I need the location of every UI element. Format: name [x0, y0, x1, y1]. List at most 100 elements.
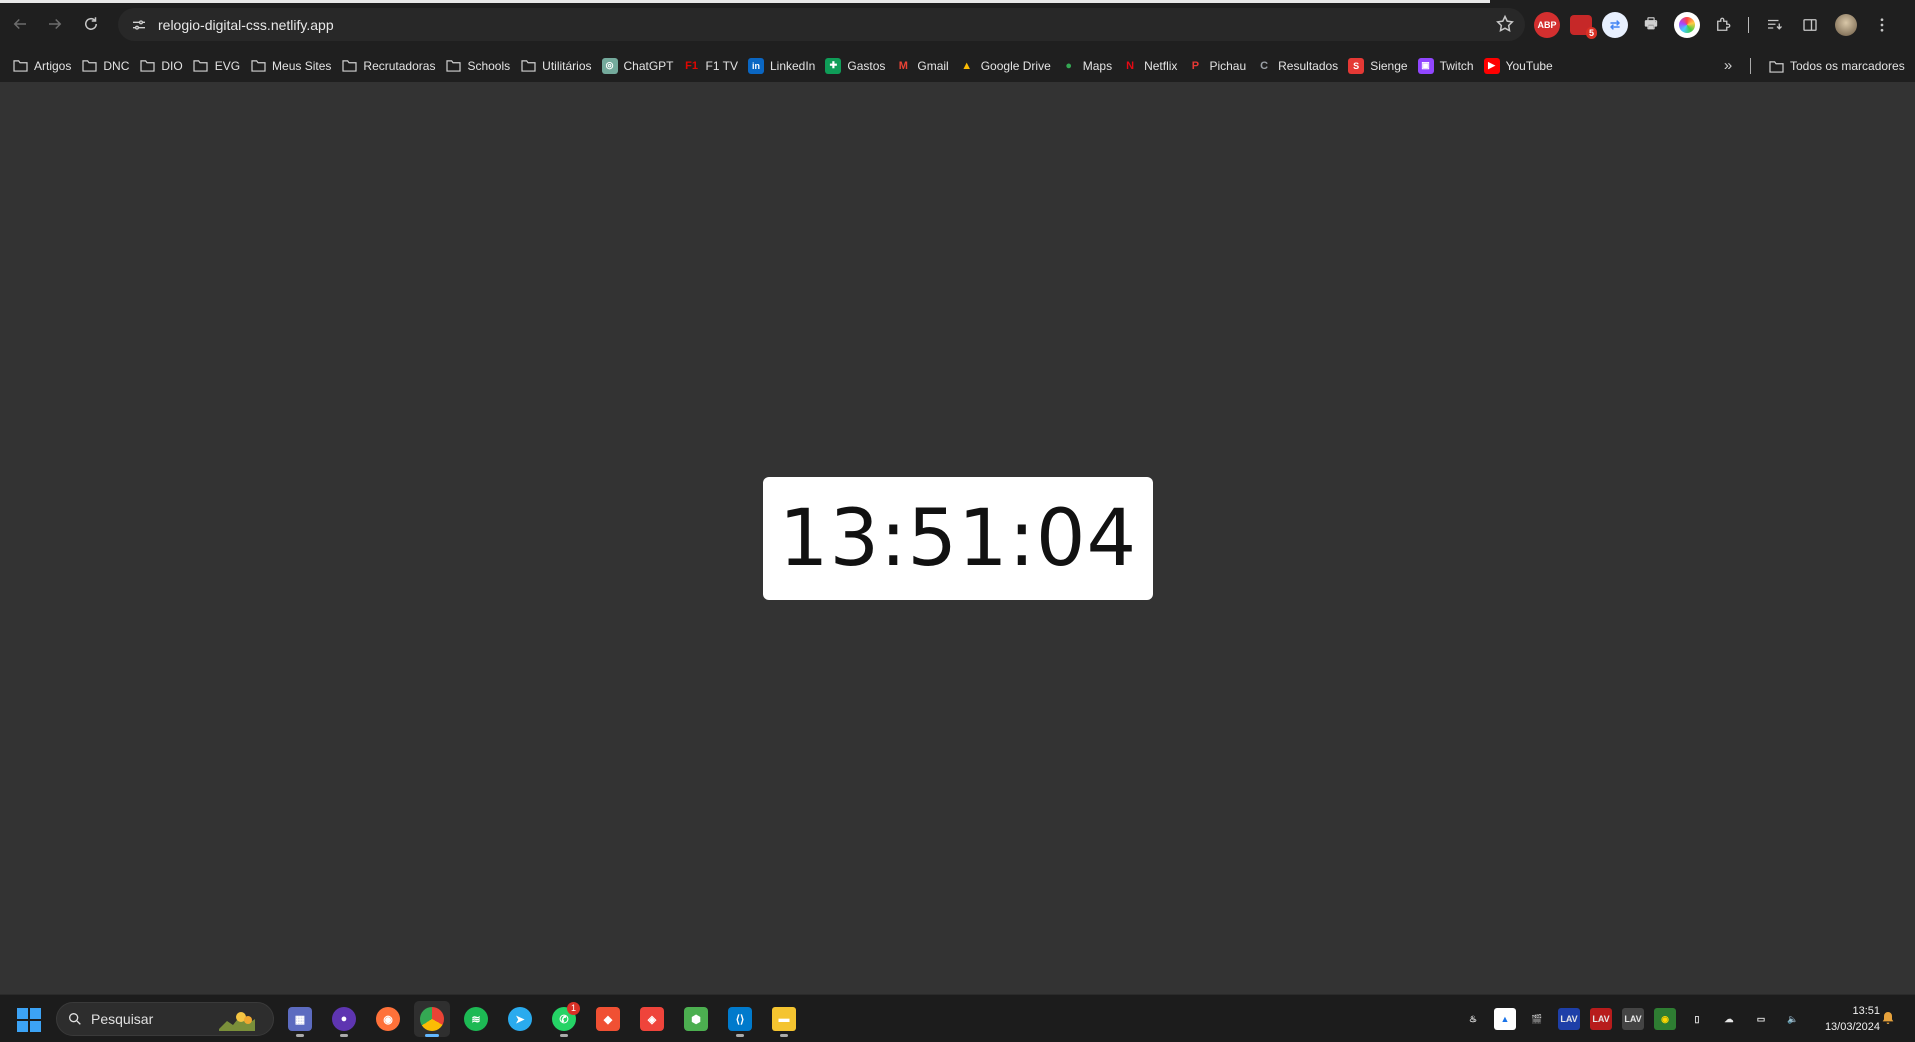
menu-kebab-icon[interactable] [1869, 12, 1895, 38]
bookmark-utilit-rios[interactable]: Utilitários [518, 53, 599, 79]
arrow-right-icon [49, 18, 62, 30]
chatgpt-icon: ◎ [601, 57, 618, 74]
bookmark-dio[interactable]: DIO [137, 53, 190, 79]
taskbar-app-git[interactable]: ◆ [590, 1001, 626, 1037]
bookmark-meus-sites[interactable]: Meus Sites [248, 53, 339, 79]
bookmark-label: DIO [161, 58, 183, 73]
color-picker-icon[interactable] [1674, 11, 1700, 38]
sienge-icon: S [1348, 57, 1365, 74]
taskbar-app-firefox[interactable]: ◉ [370, 1001, 406, 1037]
maps-icon: ● [1065, 59, 1073, 72]
reload-icon [85, 17, 97, 30]
taskbar-app-nodejs[interactable]: ⬢ [678, 1001, 714, 1037]
back-button[interactable] [2, 6, 38, 42]
bookmark-twitch[interactable]: ▣ Twitch [1416, 53, 1482, 79]
site-info-icon[interactable] [128, 14, 150, 36]
bookmark-maps[interactable]: ● Maps [1059, 53, 1120, 79]
bookmark-label: Meus Sites [272, 58, 332, 73]
bookmark-gastos[interactable]: ✚ Gastos [823, 53, 893, 79]
folder-icon [520, 58, 536, 74]
folder-icon [81, 58, 97, 74]
bookmark-resultados[interactable]: C Resultados [1254, 53, 1346, 79]
page-content: 13:51:04 [0, 82, 1915, 994]
bookmark-pichau[interactable]: P Pichau [1185, 53, 1254, 79]
lav-red-icon[interactable]: LAV [1590, 1008, 1612, 1030]
bookmark-chatgpt[interactable]: ◎ ChatGPT [600, 53, 682, 79]
print-icon[interactable]: 🖶 [1638, 12, 1664, 38]
translate-icon[interactable]: ⇄ [1602, 11, 1628, 38]
bookmark-star-icon[interactable] [1495, 14, 1515, 34]
onedrive-icon[interactable]: ☁ [1718, 1008, 1740, 1030]
profile-avatar[interactable] [1833, 12, 1859, 38]
vscode-icon: ⟨⟩ [728, 1007, 752, 1031]
notification-bell-icon[interactable] [1880, 1010, 1898, 1028]
bookmark-gmail[interactable]: M Gmail [893, 53, 956, 79]
puzzle-icon[interactable] [1710, 12, 1736, 38]
reading-list-icon[interactable] [1761, 12, 1787, 38]
taskbar: Pesquisar ▦ ● ◉ ≋ ➤ ✆ 1 ◆ ◈ ⬢ ⟨⟩ ▬ ♨ ▲ 🎬 LAV LAV LA… [0, 994, 1915, 1042]
tray-date: 13/03/2024 [1824, 1021, 1880, 1033]
taskbar-apps: ▦ ● ◉ ≋ ➤ ✆ 1 ◆ ◈ ⬢ ⟨⟩ ▬ [282, 1001, 802, 1037]
bookmark-sienge[interactable]: S Sienge [1346, 53, 1415, 79]
reload-button[interactable] [73, 6, 109, 42]
bookmark-label: Recrutadoras [363, 58, 436, 73]
usb-icon[interactable]: ▯ [1686, 1008, 1708, 1030]
lav-gray-icon[interactable]: LAV [1622, 1008, 1644, 1030]
search-highlight-icon [219, 1012, 255, 1031]
anydesk-icon: ◈ [640, 1007, 664, 1031]
taskbar-app-calculator[interactable]: ▦ [282, 1001, 318, 1037]
running-indicator [736, 1034, 744, 1037]
bookmark-label: Pichau [1209, 58, 1247, 73]
taskbar-app-telegram[interactable]: ➤ [502, 1001, 538, 1037]
taskbar-app-vscode[interactable]: ⟨⟩ [722, 1001, 758, 1037]
bookmark-label: Utilitários [542, 58, 592, 73]
chrome-icon [420, 1007, 444, 1031]
mail-checker-icon[interactable]: 5 [1570, 14, 1597, 39]
taskbar-app-anydesk[interactable]: ◈ [634, 1001, 670, 1037]
bookmark-linkedin[interactable]: in LinkedIn [746, 53, 823, 79]
side-panel-icon[interactable] [1797, 12, 1823, 38]
search-icon [69, 1013, 81, 1025]
shield-tray-icon[interactable]: ◉ [1654, 1008, 1676, 1030]
taskbar-search[interactable]: Pesquisar [56, 1002, 274, 1036]
bookmark-f1-tv[interactable]: F1 F1 TV [682, 53, 746, 79]
bookmark-artigos[interactable]: Artigos [10, 53, 79, 79]
bookmarks-divider [1750, 58, 1751, 74]
bookmarks-overflow-icon[interactable]: » [1716, 53, 1740, 77]
bookmark-dnc[interactable]: DNC [79, 53, 137, 79]
google-drive-tray-icon[interactable]: ▲ [1494, 1008, 1516, 1030]
pichau-icon: P [1191, 59, 1200, 72]
forward-button[interactable] [37, 6, 73, 42]
bookmark-evg[interactable]: EVG [191, 53, 248, 79]
digital-clock: 13:51:04 [763, 477, 1153, 600]
taskbar-app-file-explorer[interactable]: ▬ [766, 1001, 802, 1037]
calculator-icon: ▦ [288, 1007, 312, 1031]
lav-blue-icon[interactable]: LAV [1558, 1008, 1580, 1030]
all-bookmarks-folder[interactable]: Todos os marcadores [1766, 53, 1913, 79]
taskbar-app-whatsapp[interactable]: ✆ 1 [546, 1001, 582, 1037]
clapper-icon[interactable]: 🎬 [1526, 1008, 1548, 1030]
gmail-icon: M [898, 59, 908, 72]
bookmark-label: Gastos [847, 58, 886, 73]
taskbar-app-chrome[interactable] [414, 1001, 450, 1037]
network-icon[interactable]: ▭ [1750, 1008, 1772, 1030]
taskbar-app-app-purple[interactable]: ● [326, 1001, 362, 1037]
adblock-plus-icon[interactable]: ABP [1534, 11, 1560, 38]
telegram-icon: ➤ [508, 1007, 532, 1031]
clock-time: 13:51:04 [778, 493, 1138, 584]
mail-badge: 5 [1585, 26, 1597, 39]
folder-icon [12, 58, 28, 74]
bookmark-schools[interactable]: Schools [443, 53, 518, 79]
url-text[interactable]: relogio-digital-css.netlify.app [158, 17, 334, 33]
address-bar[interactable]: relogio-digital-css.netlify.app [118, 8, 1525, 41]
bookmark-youtube[interactable]: ▶ YouTube [1482, 53, 1561, 79]
clock-tray[interactable]: 13:51 13/03/2024 [1800, 1003, 1880, 1035]
bookmark-recrutadoras[interactable]: Recrutadoras [339, 53, 443, 79]
netflix-icon: N [1126, 59, 1135, 72]
windows-start-icon[interactable] [17, 1008, 41, 1032]
bookmark-google-drive[interactable]: ▲ Google Drive [957, 53, 1059, 79]
taskbar-app-spotify[interactable]: ≋ [458, 1001, 494, 1037]
notification-badge: 1 [566, 1002, 580, 1015]
bookmark-netflix[interactable]: N Netflix [1120, 53, 1185, 79]
steam-icon[interactable]: ♨ [1462, 1008, 1484, 1030]
